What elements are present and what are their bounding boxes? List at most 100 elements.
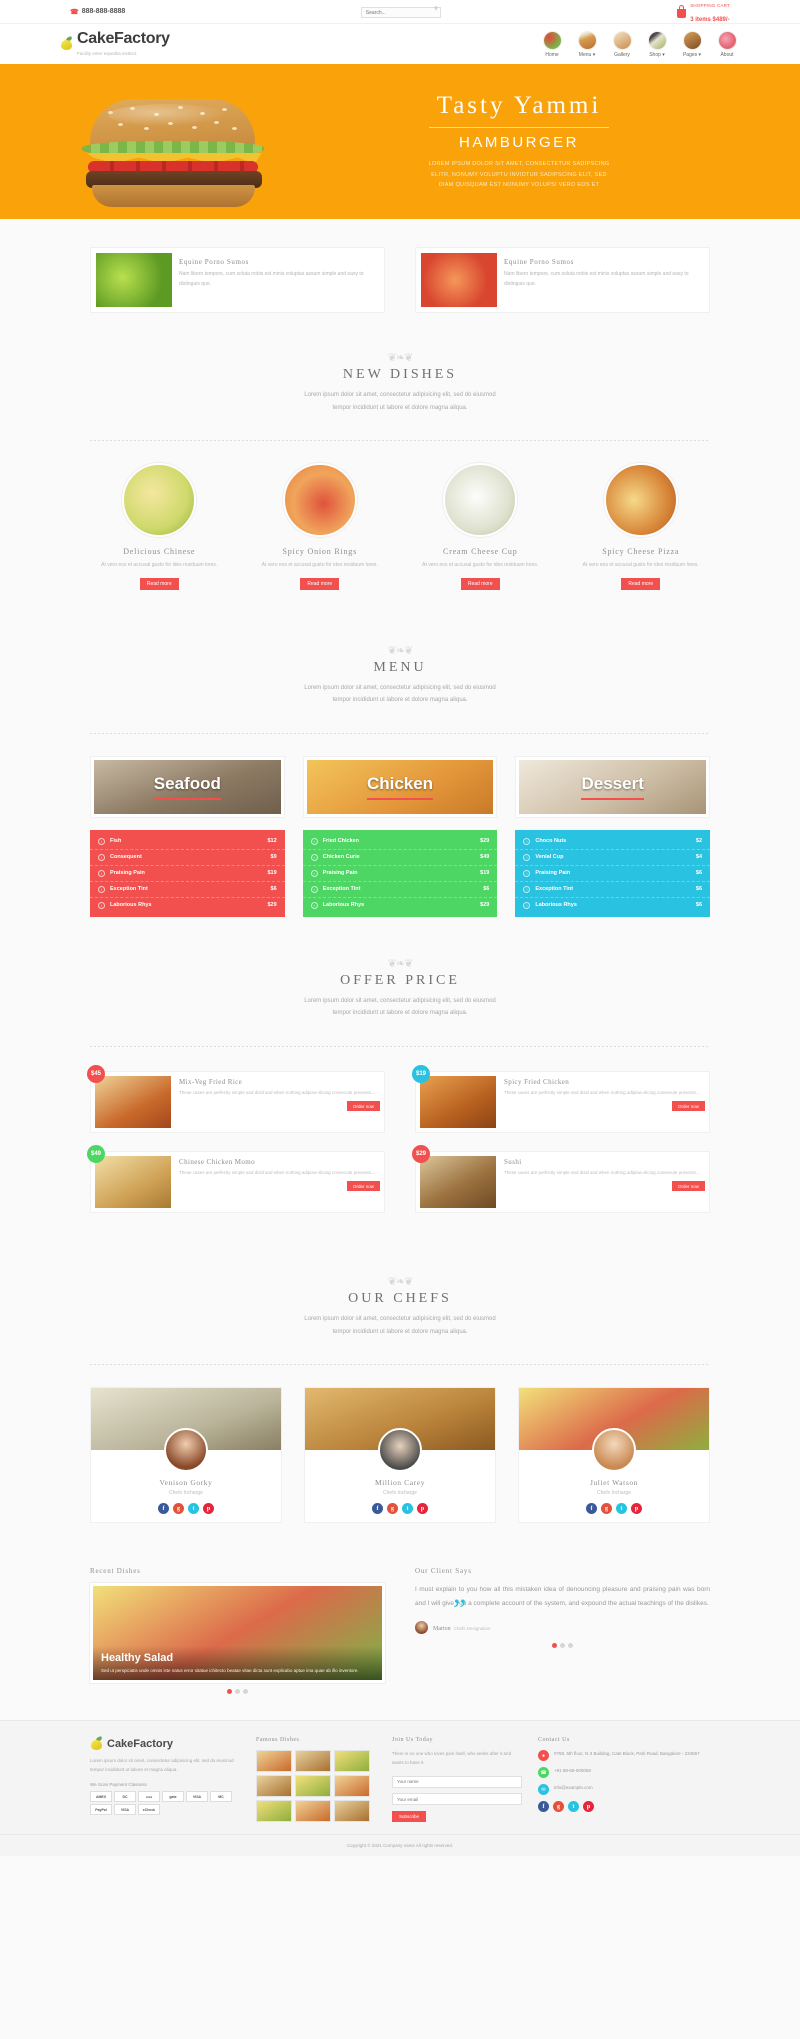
nav-item-shop[interactable]: Shop ▾ [644,30,670,58]
name-field[interactable] [392,1775,522,1788]
dish-thumb[interactable] [256,1800,292,1823]
price-row[interactable]: › Laborious Rhys $6 [515,898,710,913]
offer-price-section: ❦❧❦ OFFER PRICE Lorem ipsum dolor sit am… [0,917,800,1247]
section-title: OUR CHEFS [348,1291,452,1307]
contact-email[interactable]: info@example.com [554,1784,593,1792]
fruit-image-icon [421,253,497,307]
order-now-button[interactable]: Order now [671,1181,705,1192]
dish-card[interactable]: Spicy Cheese Pizza At vero eos et accusa… [572,463,711,590]
nav-item-home[interactable]: Home [539,30,565,58]
twitter-icon[interactable]: t [402,1503,413,1515]
subscribe-button[interactable]: Subscribe [392,1811,427,1823]
twitter-icon[interactable]: t [188,1503,199,1515]
footer-logo-name: CakeFactory [107,1738,174,1751]
facebook-icon[interactable]: f [586,1503,597,1515]
search-icon[interactable]: ⚲ [434,6,438,12]
read-more-button[interactable]: Read more [460,577,500,590]
dish-card[interactable]: Spicy Onion Rings At vero eos et accusal… [251,463,390,590]
price-row[interactable]: › Praising Pain $19 [302,866,498,882]
price-row[interactable]: › Chicken Curie $49 [302,850,498,866]
pinterest-icon[interactable]: p [203,1503,214,1515]
dish-thumb[interactable] [334,1750,370,1773]
dish-thumb[interactable] [256,1750,292,1773]
dish-thumb[interactable] [334,1775,370,1798]
menu-category-seafood[interactable]: Seafood › Fish $12 › Consequent $9 › Pra… [90,755,285,917]
nav-item-pages[interactable]: Pages ▾ [679,30,705,58]
footer-logo[interactable]: CakeFactory [90,1736,240,1751]
offer-card[interactable]: $45 Mix-Veg Fried Rice These cases are p… [87,1065,385,1134]
menu-category-dessert[interactable]: Dessert › Choco Nuts $2 › Venial Cup $4 … [515,755,711,917]
search-box[interactable]: ⚲ [360,5,441,19]
dish-thumb[interactable] [256,1775,292,1798]
email-field[interactable] [392,1793,522,1806]
price-row[interactable]: › Exception Tint $6 [515,882,711,898]
recent-carousel-dots [90,1689,385,1695]
recent-dish-card[interactable]: Healthy Salad Sed ut perspiciatis unde o… [90,1583,385,1684]
dish-thumb[interactable] [295,1800,331,1823]
item-name: Consequent [110,854,142,861]
order-now-button[interactable]: Order now [346,1181,380,1192]
nav-item-menu[interactable]: Menu ▾ [574,30,600,58]
read-more-button[interactable]: Read more [621,577,661,590]
nav-item-gallery[interactable]: Gallery [609,30,635,58]
price-row[interactable]: › Venial Cup $4 [515,850,711,866]
carousel-dot[interactable] [235,1689,240,1695]
hero-banner: Tasty Yammi HAMBURGER LOREM IPSUM DOLOR … [0,64,800,219]
dish-thumb[interactable] [295,1775,331,1798]
price-list: › Fried Chicken $29 › Chicken Curie $49 … [302,829,498,917]
pinterest-icon[interactable]: p [583,1801,594,1813]
facebook-icon[interactable]: f [158,1503,169,1515]
price-row[interactable]: › Laborious Rhys $29 [90,898,285,913]
google-plus-icon[interactable]: g [553,1801,564,1813]
menu-category-chicken[interactable]: Chicken › Fried Chicken $29 › Chicken Cu… [302,755,498,917]
carousel-dot[interactable] [552,1642,557,1648]
order-now-button[interactable]: Order now [346,1101,380,1112]
price-row[interactable]: › Choco Nuts $2 [515,834,711,850]
pinterest-icon[interactable]: p [631,1503,642,1515]
carousel-dot[interactable] [243,1689,248,1695]
twitter-icon[interactable]: t [616,1503,627,1515]
search-input[interactable] [360,7,441,19]
facebook-icon[interactable]: f [538,1801,549,1813]
price-row[interactable]: › Praising Pain $6 [515,866,711,882]
dish-card[interactable]: Cream Cheese Cup At vero eos et accusal … [411,463,550,590]
offer-card[interactable]: $49 Chinese Chicken Momo These cases are… [87,1145,385,1214]
facebook-icon[interactable]: f [372,1503,383,1515]
price-row[interactable]: › Praising Pain $19 [90,866,285,882]
promo-card[interactable]: Equine Porno Sumos Nam libero tempore, c… [415,247,710,313]
price-row[interactable]: › Consequent $9 [90,850,285,866]
promo-card[interactable]: Equine Porno Sumos Nam libero tempore, c… [90,247,385,313]
carousel-dot[interactable] [568,1642,573,1648]
logo[interactable]: CakeFactory Facility enter expedita inst… [60,30,170,58]
dish-thumb[interactable] [295,1750,331,1773]
order-now-button[interactable]: Order now [671,1101,705,1112]
pinterest-icon[interactable]: p [417,1503,428,1515]
offer-card[interactable]: $29 Sushi These cases are perfectly simp… [412,1145,710,1214]
about-thumb-icon [717,30,737,50]
chevron-right-icon: › [523,853,531,861]
offer-card[interactable]: $19 Spicy Fried Chicken These cases are … [412,1065,710,1134]
read-more-button[interactable]: Read more [300,577,340,590]
dish-card[interactable]: Delicious Chinese At vero eos et accusal… [90,463,229,590]
price-row[interactable]: › Fish $12 [90,834,285,850]
google-plus-icon[interactable]: g [387,1503,398,1515]
price-row[interactable]: › Exception Tint $6 [302,882,498,898]
twitter-icon[interactable]: t [568,1801,579,1813]
dish-thumb[interactable] [334,1800,370,1823]
price-row[interactable]: › Exception Tint $6 [90,882,285,898]
item-name: Laborious Rhys [322,902,365,909]
carousel-dot[interactable] [560,1642,565,1648]
google-plus-icon[interactable]: g [601,1503,612,1515]
google-plus-icon[interactable]: g [173,1503,184,1515]
nav-item-about[interactable]: About [714,30,740,58]
carousel-dot[interactable] [227,1689,232,1695]
price-row[interactable]: › Laborious Rhys $29 [303,898,498,913]
item-price: $6 [695,886,703,893]
read-more-button[interactable]: Read more [139,577,179,590]
shopping-cart[interactable]: SHOPPING CART 3 items $489/- [676,0,730,25]
famous-dishes-heading: Famous Dishes [256,1737,300,1744]
chef-card: Juliet Watson Chefs Incharge f g t p [518,1387,710,1524]
lemon-logo-icon [90,1736,104,1751]
dish-text: At vero eos et accusal gusto for ides re… [261,562,378,569]
price-row[interactable]: › Fried Chicken $29 [302,834,498,850]
